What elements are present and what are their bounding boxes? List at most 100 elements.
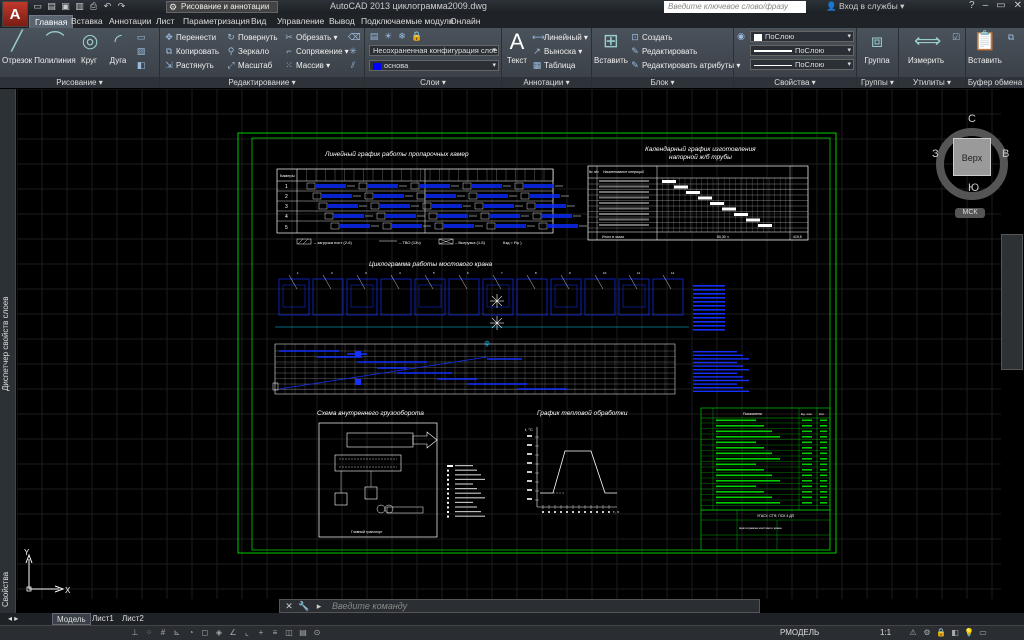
lineweight-combo[interactable]: ПоСлою	[750, 45, 854, 56]
layer-properties-palette-tab[interactable]: Диспетчер свойств слоев	[1, 269, 15, 419]
modify-panel-title[interactable]: Редактирование ▾	[160, 77, 364, 88]
tab-plugins[interactable]: Подключаемые модули	[356, 15, 459, 28]
viewcube[interactable]: Верх С Ю В З	[932, 113, 1009, 200]
transparency-icon[interactable]: ◫	[284, 628, 294, 638]
osnap-icon[interactable]: ◻	[200, 628, 210, 638]
dimension-button[interactable]: ⟷Линейный ▾	[532, 31, 588, 44]
infer-constraints-icon[interactable]: ⊥	[130, 628, 140, 638]
properties-panel-title[interactable]: Свойства ▾	[734, 77, 856, 88]
navigation-bar[interactable]	[1001, 234, 1023, 370]
viewcube-top-face[interactable]: Верх	[953, 138, 991, 176]
model-space-toggle[interactable]: РМОДЕЛЬ	[780, 628, 819, 637]
grid-icon[interactable]: #	[158, 628, 168, 638]
array-button[interactable]: ⁙ Массив ▾	[284, 59, 330, 72]
rectangle-button[interactable]: ▭	[136, 31, 148, 44]
saveas-icon[interactable]: ▥	[74, 1, 85, 12]
erase-button[interactable]: ⌫	[348, 31, 361, 44]
layer-freeze-button[interactable]: ❄	[397, 30, 409, 43]
quick-select-button[interactable]: ☑	[951, 31, 963, 44]
match-properties-button[interactable]: ◉	[736, 30, 748, 43]
ucs-menu[interactable]: МСК	[955, 208, 985, 218]
save-icon[interactable]: ▣	[60, 1, 71, 12]
paste-button[interactable]: 📋 Вставить	[968, 30, 1002, 65]
layer-off-button[interactable]: ☀	[383, 30, 395, 43]
current-layer-combo[interactable]: основа	[369, 60, 499, 71]
layer-properties-button[interactable]: ▤	[369, 30, 381, 43]
annotation-panel-title[interactable]: Аннотации ▾	[502, 77, 591, 88]
arc-button[interactable]: ◜ Дуга	[104, 30, 132, 65]
print-icon[interactable]: ⎙	[88, 1, 99, 12]
tab-output[interactable]: Вывод	[324, 15, 360, 28]
color-combo[interactable]: ПоСлою	[750, 31, 854, 42]
command-history-icon[interactable]: ▸	[314, 601, 324, 612]
dyn-icon[interactable]: +	[256, 628, 266, 638]
tab-manage[interactable]: Управление	[272, 15, 329, 28]
gradient-button[interactable]: ◧	[136, 59, 148, 72]
redo-icon[interactable]: ↷	[116, 1, 127, 12]
sc-icon[interactable]: ⊙	[312, 628, 322, 638]
draw-panel-title[interactable]: Рисование ▾	[0, 77, 159, 88]
compass-east[interactable]: В	[1002, 148, 1009, 160]
move-button[interactable]: ✥ Перенести	[164, 31, 216, 44]
trim-button[interactable]: ✂ Обрезать ▾	[284, 31, 337, 44]
tab-parametric[interactable]: Параметризация	[178, 15, 255, 28]
copy-clip-button[interactable]: ⧉	[1006, 31, 1018, 44]
linetype-combo[interactable]: ПоСлою	[750, 59, 854, 70]
hatch-button[interactable]: ▨	[136, 45, 148, 58]
compass-north[interactable]: С	[968, 113, 976, 125]
close-icon[interactable]: ✕	[1014, 0, 1022, 11]
tab-annotate[interactable]: Аннотации	[104, 15, 157, 28]
insert-block-button[interactable]: ⊞ Вставить	[594, 30, 628, 65]
minimize-icon[interactable]: –	[983, 0, 989, 11]
tab-view[interactable]: Вид	[246, 15, 271, 28]
offset-button[interactable]: ⫽	[348, 59, 360, 72]
lineweight-icon[interactable]: ≡	[270, 628, 280, 638]
circle-button[interactable]: ◎ Круг	[78, 30, 100, 65]
3dosnap-icon[interactable]: ◈	[214, 628, 224, 638]
edit-attributes-button[interactable]: ✎ Редактировать атрибуты ▾	[630, 59, 740, 72]
ortho-icon[interactable]: ⊾	[172, 628, 182, 638]
compass-west[interactable]: З	[932, 148, 939, 160]
edit-block-button[interactable]: ✎ Редактировать	[630, 45, 697, 58]
layer-lock-button[interactable]: 🔒	[411, 30, 423, 43]
sign-in-button[interactable]: 👤 Вход в службы ▾	[826, 1, 904, 12]
layer-state-combo[interactable]: Несохраненная конфигурация слоев	[369, 45, 499, 56]
polyline-button[interactable]: ⌒ Полилиния	[34, 30, 76, 65]
properties-palette-tab[interactable]: Свойства	[1, 559, 15, 619]
hardware-accel-icon[interactable]: ◧	[950, 628, 960, 638]
workspace-selector[interactable]: ⚙ Рисование и аннотации	[166, 1, 278, 13]
tab-insert[interactable]: Вставка	[66, 15, 108, 28]
explode-button[interactable]: ✳	[348, 45, 360, 58]
ducs-icon[interactable]: ⌞	[242, 628, 252, 638]
search-input[interactable]: Введите ключевое слово/фразу	[664, 1, 806, 13]
command-input[interactable]: Введите команду	[332, 601, 407, 611]
measure-button[interactable]: ⟺ Измерить	[903, 30, 949, 65]
snap-icon[interactable]: ⁘	[144, 628, 154, 638]
lock-ui-icon[interactable]: 🔒	[936, 628, 946, 638]
customize-command-icon[interactable]: 🔧	[298, 601, 309, 612]
leader-button[interactable]: ↗ Выноска ▾	[532, 45, 582, 58]
copy-button[interactable]: ⧉ Копировать	[164, 45, 219, 58]
polar-icon[interactable]: ◔	[186, 628, 196, 638]
group-button[interactable]: ⧈ Группа	[859, 30, 895, 65]
create-block-button[interactable]: ⊡ Создать	[630, 31, 672, 44]
mirror-button[interactable]: ⚲ Зеркало	[226, 45, 269, 58]
tab-layout[interactable]: Лист	[151, 15, 179, 28]
help-icon[interactable]: ?	[969, 0, 975, 11]
restore-icon[interactable]: ▭	[996, 0, 1005, 11]
application-menu-button[interactable]: A	[2, 1, 28, 27]
layers-panel-title[interactable]: Слои ▾	[365, 77, 501, 88]
annotation-scale[interactable]: 1:1	[880, 628, 891, 637]
compass-south[interactable]: Ю	[968, 182, 979, 194]
clipboard-panel-title[interactable]: Буфер обмена	[966, 77, 1024, 88]
tab-layout1[interactable]: Лист1	[88, 613, 118, 625]
layout-nav-icons[interactable]: ◂ ▸	[4, 613, 22, 625]
rotate-button[interactable]: ↻ Повернуть	[226, 31, 277, 44]
tab-online[interactable]: Онлайн	[445, 15, 485, 28]
isolate-icon[interactable]: 💡	[964, 628, 974, 638]
stretch-button[interactable]: ⇲ Растянуть	[164, 59, 214, 72]
close-command-icon[interactable]: ✕	[284, 601, 294, 612]
undo-icon[interactable]: ↶	[102, 1, 113, 12]
annotation-visibility-icon[interactable]: ⚠	[908, 628, 918, 638]
clean-screen-icon[interactable]: ▭	[978, 628, 988, 638]
